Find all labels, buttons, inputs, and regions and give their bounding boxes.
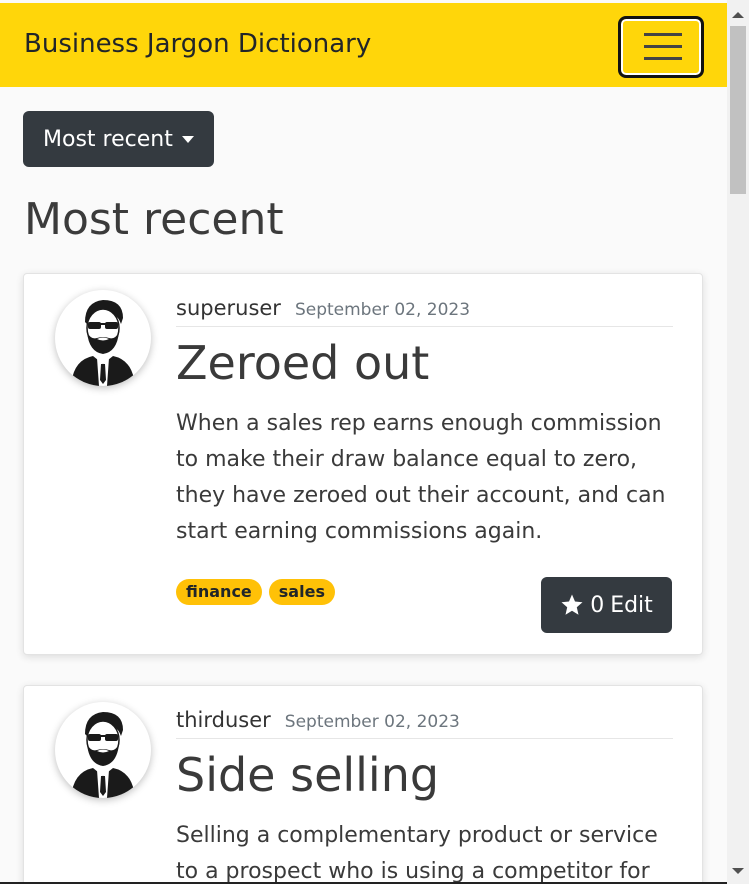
scroll-up-arrow-icon[interactable]	[732, 12, 744, 18]
caret-down-icon	[182, 136, 194, 143]
navbar-toggler-button[interactable]	[618, 16, 704, 78]
scrollbar-thumb[interactable]	[730, 26, 746, 194]
post-title[interactable]: Side selling	[176, 748, 439, 802]
user-avatar-icon	[55, 702, 151, 798]
navbar: Business Jargon Dictionary	[0, 3, 727, 87]
brand-link[interactable]: Business Jargon Dictionary	[24, 29, 371, 59]
star-icon	[561, 594, 583, 615]
vertical-scrollbar[interactable]	[727, 0, 749, 884]
page-viewport: Business Jargon Dictionary Most recent M…	[0, 0, 727, 884]
post-meta: thirduser September 02, 2023	[176, 708, 673, 739]
star-edit-button[interactable]: 0 Edit	[541, 577, 672, 633]
edit-label: Edit	[610, 592, 653, 618]
post-card: thirduser September 02, 2023 Side selling…	[23, 685, 703, 884]
scroll-down-arrow-icon[interactable]	[732, 868, 744, 874]
page-title: Most recent	[24, 194, 284, 245]
post-username[interactable]: thirduser	[176, 708, 271, 732]
user-avatar-icon	[55, 290, 151, 386]
star-count: 0	[590, 592, 605, 618]
post-username[interactable]: superuser	[176, 296, 281, 320]
post-meta: superuser September 02, 2023	[176, 296, 673, 327]
sort-dropdown-button[interactable]: Most recent	[23, 111, 214, 167]
post-card: superuser September 02, 2023 Zeroed out W…	[23, 273, 703, 655]
post-date: September 02, 2023	[284, 712, 460, 732]
post-description: Selling a complementary product or servi…	[176, 823, 658, 884]
tag-badge[interactable]: sales	[268, 579, 335, 605]
post-tags: finance sales	[176, 579, 335, 605]
post-date: September 02, 2023	[294, 300, 471, 320]
post-title[interactable]: Zeroed out	[176, 336, 429, 390]
tag-badge[interactable]: finance	[176, 579, 262, 605]
post-description: When a sales rep earns enough commission…	[176, 411, 666, 544]
sort-dropdown-label: Most recent	[43, 126, 173, 152]
